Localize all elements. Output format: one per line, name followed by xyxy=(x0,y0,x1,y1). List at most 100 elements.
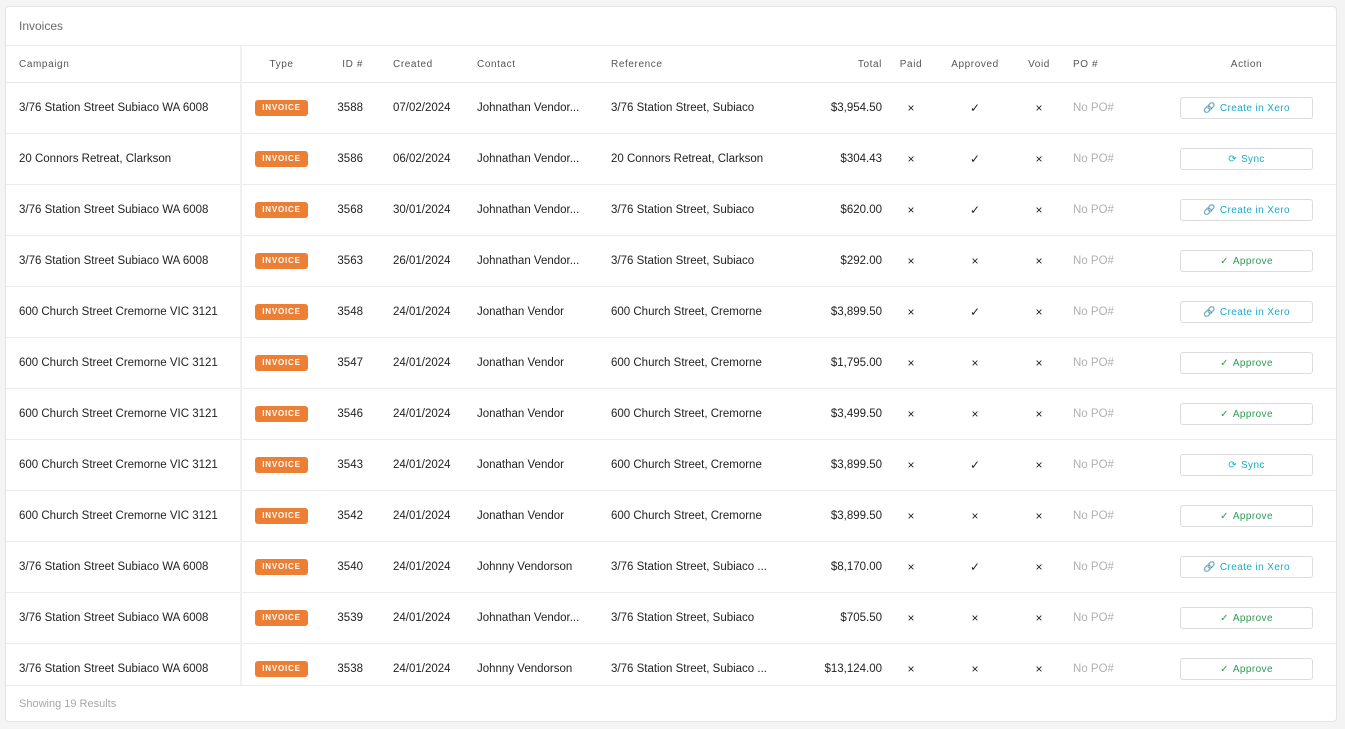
paid-status-icon: × xyxy=(907,509,915,523)
action-label: Create in Xero xyxy=(1219,306,1290,318)
cell-action: ✓ Approve xyxy=(1155,235,1336,287)
xero-button[interactable]: 🔗 Create in Xero xyxy=(1180,301,1313,323)
cell-paid: × xyxy=(887,184,935,236)
cell-campaign: 3/76 Station Street Subiaco WA 6008 xyxy=(6,235,242,287)
xero-button[interactable]: 🔗 Create in Xero xyxy=(1180,556,1313,578)
cell-contact: Johnathan Vendor... xyxy=(477,133,611,185)
approved-status-icon: ✓ xyxy=(969,560,981,574)
table-row[interactable]: 3/76 Station Street Subiaco WA 6008 INVO… xyxy=(6,82,1336,134)
cell-total: $3,899.50 xyxy=(801,490,887,542)
cell-type: INVOICE xyxy=(241,133,321,185)
table-row[interactable]: 600 Church Street Cremorne VIC 3121 INVO… xyxy=(6,286,1336,338)
cell-contact: Johnathan Vendor... xyxy=(477,592,611,644)
cell-void: × xyxy=(1015,286,1063,338)
cell-reference: 600 Church Street, Cremorne xyxy=(611,490,801,542)
cell-total: $304.43 xyxy=(801,133,887,185)
approved-status-icon: ✓ xyxy=(969,305,981,319)
action-label: Create in Xero xyxy=(1219,204,1290,216)
table-row[interactable]: 3/76 Station Street Subiaco WA 6008 INVO… xyxy=(6,592,1336,644)
cell-po: No PO# xyxy=(1063,337,1155,389)
action-label: Approve xyxy=(1232,408,1273,420)
cell-id: 3588 xyxy=(321,82,369,134)
results-count: Showing 19 Results xyxy=(6,685,1336,721)
type-badge: INVOICE xyxy=(255,202,308,218)
cell-reference: 3/76 Station Street, Subiaco xyxy=(611,592,801,644)
cell-contact: Johnathan Vendor... xyxy=(477,184,611,236)
col-approved[interactable]: Approved xyxy=(935,46,1015,83)
cell-action: 🔗 Create in Xero xyxy=(1155,286,1336,338)
approved-status-icon: × xyxy=(971,509,979,523)
col-action: Action xyxy=(1155,46,1336,83)
approved-status-icon: ✓ xyxy=(969,203,981,217)
table-row[interactable]: 600 Church Street Cremorne VIC 3121 INVO… xyxy=(6,388,1336,440)
cell-approved: × xyxy=(935,592,1015,644)
table-row[interactable]: 3/76 Station Street Subiaco WA 6008 INVO… xyxy=(6,184,1336,236)
type-badge: INVOICE xyxy=(255,508,308,524)
cell-po: No PO# xyxy=(1063,184,1155,236)
table-row[interactable]: 3/76 Station Street Subiaco WA 6008 INVO… xyxy=(6,541,1336,593)
sync-button[interactable]: ⟳ Sync xyxy=(1180,454,1313,476)
cell-action: ⟳ Sync xyxy=(1155,439,1336,491)
cell-contact: Jonathan Vendor xyxy=(477,337,611,389)
void-status-icon: × xyxy=(1035,662,1043,676)
approved-status-icon: × xyxy=(971,611,979,625)
cell-approved: ✓ xyxy=(935,286,1015,338)
col-id[interactable]: ID # xyxy=(321,46,369,83)
cell-paid: × xyxy=(887,388,935,440)
cell-total: $292.00 xyxy=(801,235,887,287)
cell-total: $1,795.00 xyxy=(801,337,887,389)
cell-campaign: 600 Church Street Cremorne VIC 3121 xyxy=(6,388,242,440)
cell-id: 3548 xyxy=(321,286,369,338)
approve-button[interactable]: ✓ Approve xyxy=(1180,352,1313,374)
col-created[interactable]: Created xyxy=(369,46,477,83)
void-status-icon: × xyxy=(1035,356,1043,370)
cell-campaign: 600 Church Street Cremorne VIC 3121 xyxy=(6,337,242,389)
table-row[interactable]: 600 Church Street Cremorne VIC 3121 INVO… xyxy=(6,337,1336,389)
col-type[interactable]: Type xyxy=(241,46,321,83)
cell-type: INVOICE xyxy=(241,388,321,440)
table-row[interactable]: 20 Connors Retreat, Clarkson INVOICE 358… xyxy=(6,133,1336,185)
xero-button[interactable]: 🔗 Create in Xero xyxy=(1180,199,1313,221)
cell-reference: 20 Connors Retreat, Clarkson xyxy=(611,133,801,185)
col-contact[interactable]: Contact xyxy=(477,46,611,83)
cell-approved: × xyxy=(935,235,1015,287)
sync-icon: ⟳ xyxy=(1228,459,1237,471)
xero-button[interactable]: 🔗 Create in Xero xyxy=(1180,97,1313,119)
cell-reference: 600 Church Street, Cremorne xyxy=(611,388,801,440)
cell-action: 🔗 Create in Xero xyxy=(1155,541,1336,593)
link-icon: 🔗 xyxy=(1203,306,1216,318)
approve-button[interactable]: ✓ Approve xyxy=(1180,403,1313,425)
table-row[interactable]: 3/76 Station Street Subiaco WA 6008 INVO… xyxy=(6,235,1336,287)
action-label: Create in Xero xyxy=(1219,561,1290,573)
cell-campaign: 3/76 Station Street Subiaco WA 6008 xyxy=(6,82,242,134)
cell-campaign: 600 Church Street Cremorne VIC 3121 xyxy=(6,490,242,542)
col-paid[interactable]: Paid xyxy=(887,46,935,83)
void-status-icon: × xyxy=(1035,305,1043,319)
approve-button[interactable]: ✓ Approve xyxy=(1180,505,1313,527)
approve-button[interactable]: ✓ Approve xyxy=(1180,607,1313,629)
table-row[interactable]: 600 Church Street Cremorne VIC 3121 INVO… xyxy=(6,439,1336,491)
col-void[interactable]: Void xyxy=(1015,46,1063,83)
col-campaign[interactable]: Campaign xyxy=(6,46,242,83)
cell-void: × xyxy=(1015,592,1063,644)
table-row[interactable]: 600 Church Street Cremorne VIC 3121 INVO… xyxy=(6,490,1336,542)
cell-type: INVOICE xyxy=(241,490,321,542)
cell-created: 24/01/2024 xyxy=(369,337,477,389)
approve-button[interactable]: ✓ Approve xyxy=(1180,658,1313,680)
approve-button[interactable]: ✓ Approve xyxy=(1180,250,1313,272)
action-label: Sync xyxy=(1240,459,1265,471)
void-status-icon: × xyxy=(1035,152,1043,166)
cell-approved: ✓ xyxy=(935,133,1015,185)
void-status-icon: × xyxy=(1035,458,1043,472)
col-po[interactable]: PO # xyxy=(1063,46,1155,83)
paid-status-icon: × xyxy=(907,560,915,574)
cell-type: INVOICE xyxy=(241,439,321,491)
cell-total: $3,954.50 xyxy=(801,82,887,134)
approved-status-icon: ✓ xyxy=(969,458,981,472)
col-total[interactable]: Total xyxy=(801,46,887,83)
cell-contact: Jonathan Vendor xyxy=(477,439,611,491)
col-reference[interactable]: Reference xyxy=(611,46,801,83)
action-label: Approve xyxy=(1232,663,1273,675)
check-icon: ✓ xyxy=(1220,663,1229,675)
sync-button[interactable]: ⟳ Sync xyxy=(1180,148,1313,170)
